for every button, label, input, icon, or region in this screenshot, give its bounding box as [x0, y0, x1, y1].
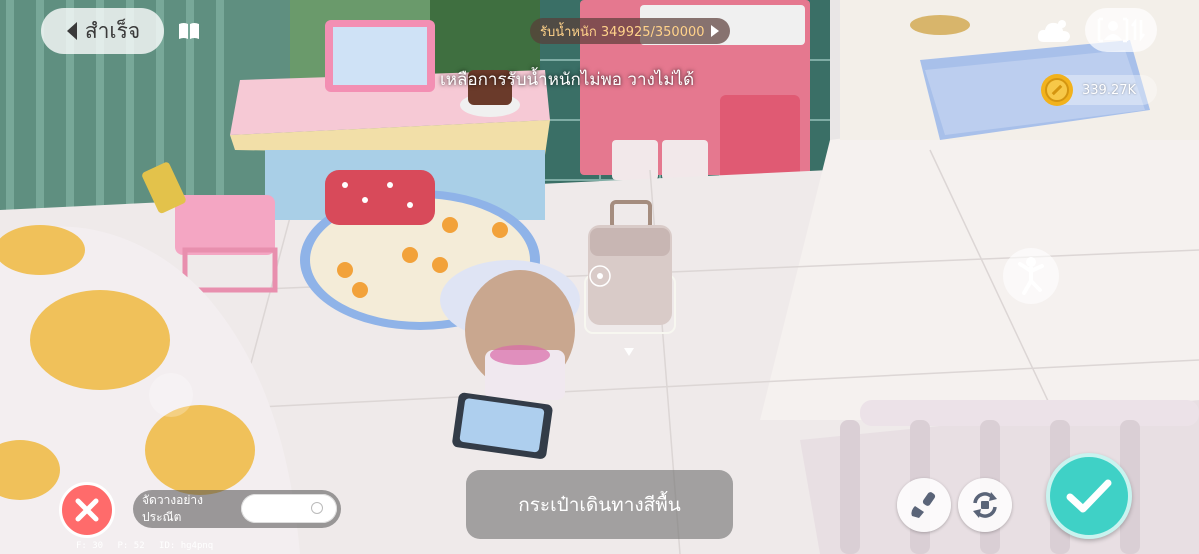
- precise-placement-label: จัดวางอย่างประณีต: [142, 493, 203, 524]
- done-label: สำเร็จ: [84, 18, 141, 43]
- cloud-icon: [1037, 20, 1070, 42]
- check-icon: [1066, 479, 1112, 513]
- weight-label: รับน้ำหนัก 349925/350000: [540, 24, 705, 40]
- selected-item-name: กระเป๋าเดินทางสีพื้น: [518, 493, 681, 516]
- cancel-button[interactable]: [59, 482, 115, 538]
- debug-info: F: 30 P: 52 ID: hg4pnq: [76, 541, 222, 551]
- coin-icon: [1041, 74, 1073, 106]
- paint-button[interactable]: [897, 478, 951, 532]
- weather-button[interactable]: [1036, 18, 1072, 48]
- weight-warning-message: เหลือการรับน้ำหนักไม่พอ วางไม่ได้: [440, 70, 695, 90]
- coin-amount: 339.27K: [1082, 82, 1137, 98]
- debug-fps: F: 30: [76, 541, 104, 551]
- done-button[interactable]: สำเร็จ: [41, 8, 164, 54]
- catalog-button[interactable]: [175, 18, 203, 44]
- play-icon: [711, 25, 719, 37]
- debug-ping: P: 52: [117, 541, 145, 551]
- emote-icon: [1018, 257, 1044, 295]
- close-icon: [75, 498, 99, 522]
- avatar-swap-icon: [1097, 17, 1145, 43]
- rotate-icon: [973, 492, 997, 518]
- avatar-swap-button[interactable]: [1085, 8, 1157, 52]
- coin-balance: 339.27K: [1041, 74, 1157, 106]
- back-arrow-icon: [66, 22, 77, 40]
- confirm-placement-button[interactable]: [1046, 453, 1132, 539]
- precise-placement-toggle[interactable]: [241, 494, 337, 523]
- brush-icon: [911, 492, 936, 518]
- debug-id: ID: hg4pnq: [159, 541, 214, 551]
- rotate-button[interactable]: [958, 478, 1012, 532]
- weight-capacity-indicator: รับน้ำหนัก 349925/350000: [530, 18, 730, 44]
- toggle-knob: [311, 502, 323, 514]
- selected-item-panel: กระเป๋าเดินทางสีพื้น: [466, 470, 733, 539]
- book-icon: [179, 23, 199, 39]
- emote-button[interactable]: [1003, 248, 1059, 304]
- movement-joystick[interactable]: [149, 373, 193, 417]
